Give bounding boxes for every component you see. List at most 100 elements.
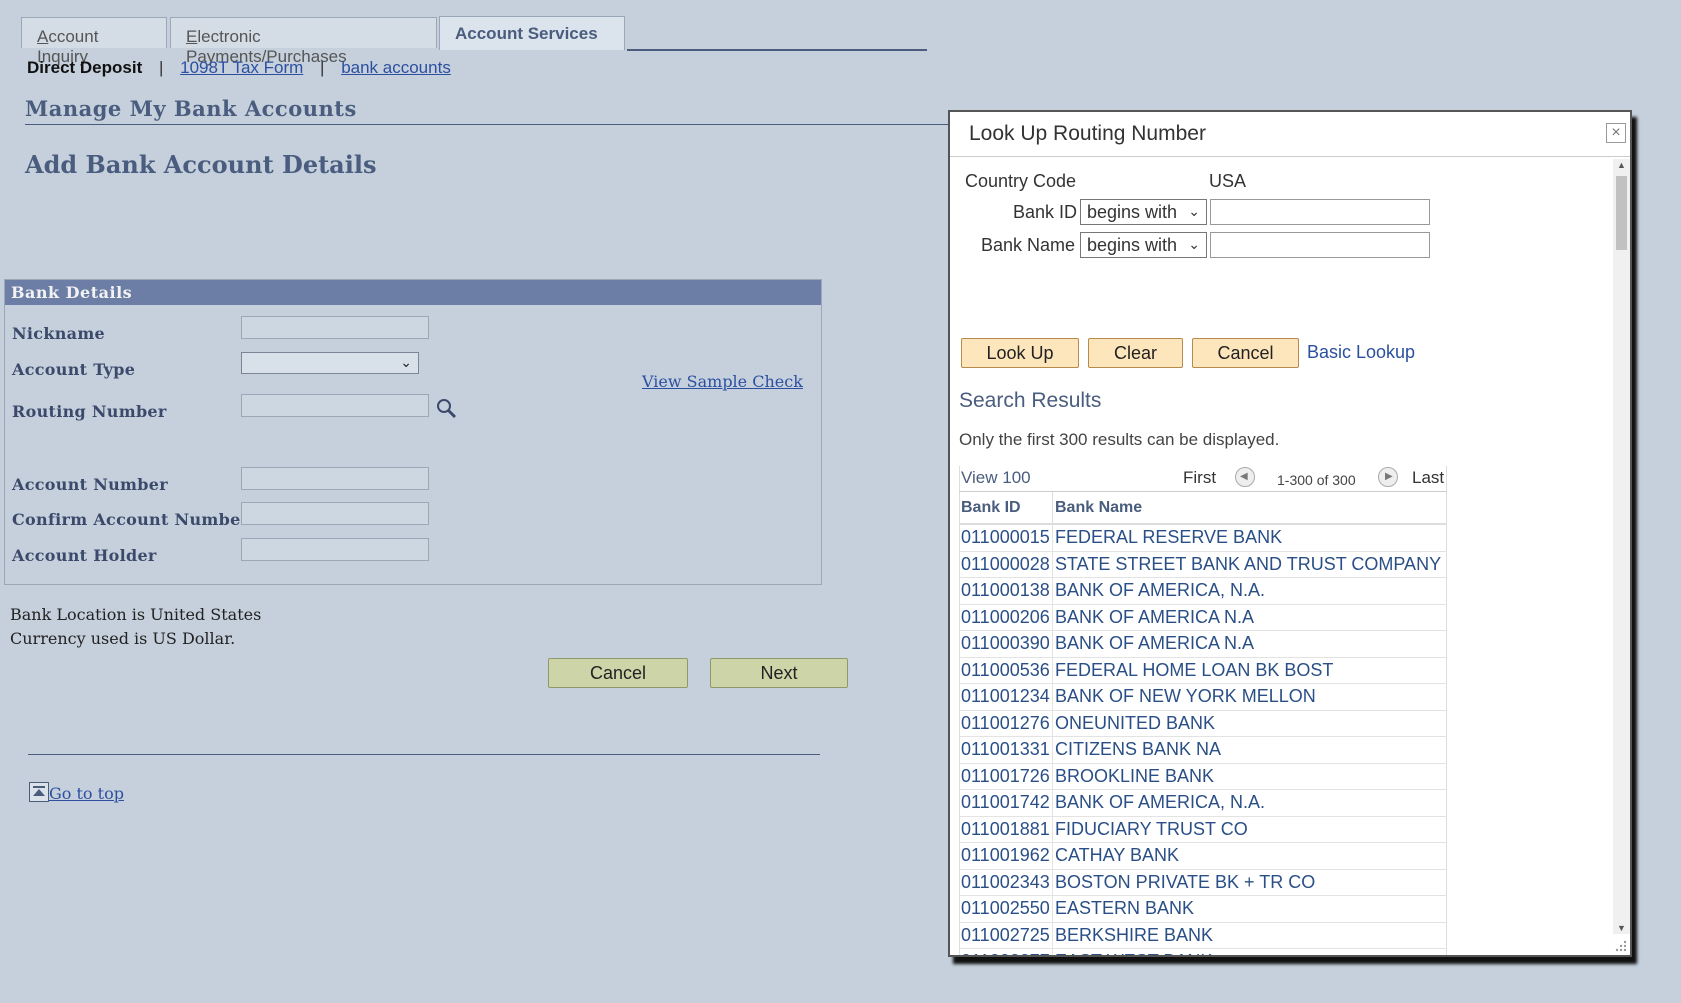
bank-name-cell[interactable]: BERKSHIRE BANK bbox=[1055, 925, 1213, 946]
bank-id-cell[interactable]: 011002725 bbox=[961, 925, 1050, 946]
scroll-down-icon[interactable]: ▼ bbox=[1617, 923, 1626, 933]
subnav-separator: | bbox=[320, 58, 325, 77]
routing-number-input[interactable] bbox=[241, 394, 429, 417]
tab-electronic-payments[interactable]: Electronic Payments/Purchases bbox=[170, 17, 437, 66]
bank-id-cell[interactable]: 011001742 bbox=[961, 792, 1050, 813]
next-page-icon[interactable]: ▶ bbox=[1378, 467, 1398, 487]
currency-text: Currency used is US Dollar. bbox=[10, 629, 236, 648]
bank-id-cell[interactable]: 011001726 bbox=[961, 766, 1050, 787]
bank-name-cell[interactable]: BANK OF NEW YORK MELLON bbox=[1055, 686, 1316, 707]
column-divider bbox=[1052, 737, 1053, 763]
modal-cancel-button[interactable]: Cancel bbox=[1192, 338, 1299, 368]
table-row[interactable]: 011002550 EASTERN BANK bbox=[959, 896, 1447, 923]
table-row[interactable]: 011002877 EAST WEST BANK bbox=[959, 949, 1447, 955]
bank-name-cell[interactable]: BOSTON PRIVATE BK + TR CO bbox=[1055, 872, 1315, 893]
scroll-up-icon[interactable]: ▲ bbox=[1617, 160, 1626, 170]
tab-account-inquiry[interactable]: Account Inquiry bbox=[21, 17, 167, 66]
bank-name-cell[interactable]: BROOKLINE BANK bbox=[1055, 766, 1214, 787]
tab-account-services[interactable]: Account Services bbox=[439, 16, 625, 50]
close-icon[interactable]: × bbox=[1606, 123, 1626, 143]
bank-id-input[interactable] bbox=[1210, 199, 1430, 225]
bank-name-cell[interactable]: ONEUNITED BANK bbox=[1055, 713, 1215, 734]
table-row[interactable]: 011001234 BANK OF NEW YORK MELLON bbox=[959, 684, 1447, 711]
bank-id-cell[interactable]: 011001881 bbox=[961, 819, 1050, 840]
bank-id-cell[interactable]: 011000015 bbox=[961, 527, 1050, 548]
bank-id-cell[interactable]: 011000390 bbox=[961, 633, 1050, 654]
column-divider bbox=[1052, 790, 1053, 816]
bank-id-operator-select[interactable]: begins with ⌄ bbox=[1080, 199, 1207, 225]
table-row[interactable]: 011000390 BANK OF AMERICA N.A bbox=[959, 631, 1447, 658]
bank-id-cell[interactable]: 011002877 bbox=[961, 951, 1050, 955]
table-row[interactable]: 011001962 CATHAY BANK bbox=[959, 843, 1447, 870]
table-row[interactable]: 011002725 BERKSHIRE BANK bbox=[959, 922, 1447, 949]
bank-name-operator-select[interactable]: begins with ⌄ bbox=[1080, 232, 1207, 258]
look-up-button[interactable]: Look Up bbox=[961, 338, 1079, 368]
subnav-1098t-link[interactable]: 1098T Tax Form bbox=[180, 58, 303, 77]
bank-id-cell[interactable]: 011002343 bbox=[961, 872, 1050, 893]
bank-id-cell[interactable]: 011001962 bbox=[961, 845, 1050, 866]
bank-name-cell[interactable]: EASTERN BANK bbox=[1055, 898, 1194, 919]
bank-name-cell[interactable]: BANK OF AMERICA, N.A. bbox=[1055, 792, 1265, 813]
bank-id-cell[interactable]: 011002550 bbox=[961, 898, 1050, 919]
table-row[interactable]: 011001276 ONEUNITED BANK bbox=[959, 710, 1447, 737]
column-divider bbox=[1052, 763, 1053, 789]
confirm-account-number-input[interactable] bbox=[241, 502, 429, 525]
column-header-bank-name[interactable]: Bank Name bbox=[1055, 499, 1142, 517]
go-to-top-icon[interactable] bbox=[29, 782, 49, 802]
bank-name-cell[interactable]: FIDUCIARY TRUST CO bbox=[1055, 819, 1248, 840]
table-row[interactable]: 011001742 BANK OF AMERICA, N.A. bbox=[959, 790, 1447, 817]
table-row[interactable]: 011000028 STATE STREET BANK AND TRUST COM… bbox=[959, 551, 1447, 578]
bottom-divider bbox=[28, 754, 820, 755]
resize-handle-icon[interactable] bbox=[1615, 940, 1627, 952]
bank-id-cell[interactable]: 011000138 bbox=[961, 580, 1050, 601]
modal-scrollbar[interactable]: ▲ ▼ bbox=[1613, 159, 1630, 934]
bank-id-cell[interactable]: 011000536 bbox=[961, 660, 1050, 681]
subnav-separator: | bbox=[158, 58, 164, 77]
column-divider bbox=[1052, 869, 1053, 895]
bank-id-cell[interactable]: 011000206 bbox=[961, 607, 1050, 628]
bank-name-cell[interactable]: STATE STREET BANK AND TRUST COMPANY bbox=[1055, 554, 1441, 575]
bank-name-cell[interactable]: FEDERAL RESERVE BANK bbox=[1055, 527, 1282, 548]
subnav-bank-accounts-link[interactable]: bank accounts bbox=[341, 58, 451, 77]
basic-lookup-link[interactable]: Basic Lookup bbox=[1307, 342, 1415, 363]
account-holder-input[interactable] bbox=[241, 538, 429, 561]
table-row[interactable]: 011001881 FIDUCIARY TRUST CO bbox=[959, 816, 1447, 843]
clear-button[interactable]: Clear bbox=[1088, 338, 1183, 368]
table-row[interactable]: 011000138 BANK OF AMERICA, N.A. bbox=[959, 578, 1447, 605]
bank-id-cell[interactable]: 011000028 bbox=[961, 554, 1050, 575]
search-results-note: Only the first 300 results can be displa… bbox=[959, 430, 1280, 449]
table-row[interactable]: 011000536 FEDERAL HOME LOAN BK BOST bbox=[959, 657, 1447, 684]
nickname-input[interactable] bbox=[241, 316, 429, 339]
go-to-top-link[interactable]: Go to top bbox=[49, 784, 124, 803]
bank-name-input[interactable] bbox=[1210, 232, 1430, 258]
cancel-button[interactable]: Cancel bbox=[548, 658, 688, 688]
bank-name-cell[interactable]: FEDERAL HOME LOAN BK BOST bbox=[1055, 660, 1333, 681]
view-100-link[interactable]: View 100 bbox=[961, 468, 1031, 488]
bank-id-cell[interactable]: 011001331 bbox=[961, 739, 1050, 760]
bank-id-cell[interactable]: 011001234 bbox=[961, 686, 1050, 707]
view-sample-check-link[interactable]: View Sample Check bbox=[642, 372, 803, 391]
column-header-bank-id[interactable]: Bank ID bbox=[961, 499, 1021, 517]
search-results-title: Search Results bbox=[959, 389, 1102, 412]
bank-name-cell[interactable]: BANK OF AMERICA N.A bbox=[1055, 607, 1254, 628]
account-number-input[interactable] bbox=[241, 467, 429, 490]
bank-name-cell[interactable]: CITIZENS BANK NA bbox=[1055, 739, 1221, 760]
tab-underline bbox=[627, 49, 927, 51]
bank-name-cell[interactable]: CATHAY BANK bbox=[1055, 845, 1179, 866]
table-row[interactable]: 011000015 FEDERAL RESERVE BANK bbox=[959, 525, 1447, 552]
table-row[interactable]: 011001331 CITIZENS BANK NA bbox=[959, 737, 1447, 764]
next-button[interactable]: Next bbox=[710, 658, 848, 688]
account-type-select[interactable]: ⌄ bbox=[241, 352, 419, 374]
bank-name-cell[interactable]: EAST WEST BANK bbox=[1055, 951, 1212, 955]
nickname-label: Nickname bbox=[12, 324, 106, 343]
table-row[interactable]: 011000206 BANK OF AMERICA N.A bbox=[959, 604, 1447, 631]
top-tabs: Account Inquiry Electronic Payments/Purc… bbox=[21, 16, 927, 66]
bank-name-cell[interactable]: BANK OF AMERICA, N.A. bbox=[1055, 580, 1265, 601]
table-row[interactable]: 011002343 BOSTON PRIVATE BK + TR CO bbox=[959, 869, 1447, 896]
table-row[interactable]: 011001726 BROOKLINE BANK bbox=[959, 763, 1447, 790]
scrollbar-thumb[interactable] bbox=[1616, 176, 1627, 250]
previous-page-icon[interactable]: ◀ bbox=[1235, 467, 1255, 487]
search-icon[interactable] bbox=[435, 397, 457, 419]
bank-name-cell[interactable]: BANK OF AMERICA N.A bbox=[1055, 633, 1254, 654]
bank-id-cell[interactable]: 011001276 bbox=[961, 713, 1050, 734]
